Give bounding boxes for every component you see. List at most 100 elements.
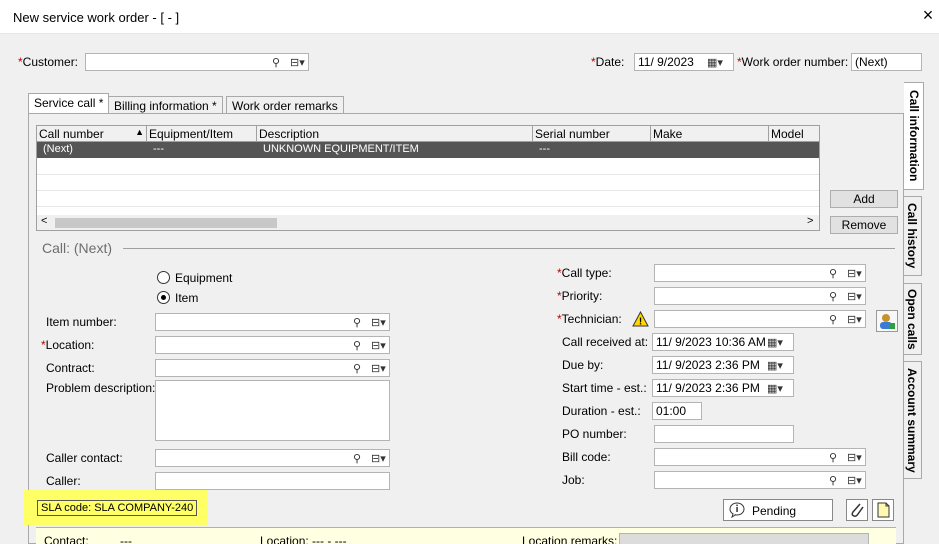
due-by-label: Due by: (562, 358, 604, 372)
date-label: *Date: (591, 55, 625, 69)
col-make[interactable]: Make (651, 126, 769, 142)
contract-lookup-icon[interactable]: ⚲ (353, 362, 361, 375)
job-lookup-icon[interactable]: ⚲ (829, 474, 837, 487)
paperclip-icon (851, 503, 864, 517)
col-equipment-item[interactable]: Equipment/Item (147, 126, 257, 142)
problem-description-label: Problem description: (46, 381, 156, 395)
call-type-lookup-icon[interactable]: ⚲ (829, 267, 837, 280)
caller-contact-lookup-icon[interactable]: ⚲ (353, 452, 361, 465)
info-balloon-icon (729, 502, 745, 518)
warning-icon: ! (632, 311, 649, 327)
side-tab-account-summary[interactable]: Account summary (904, 361, 922, 479)
technician-lookup-icon[interactable]: ⚲ (829, 313, 837, 326)
problem-description-textarea[interactable] (155, 380, 390, 441)
caller-contact-dropdown-icon[interactable]: ⊟▾ (371, 452, 386, 465)
priority-lookup-icon[interactable]: ⚲ (829, 290, 837, 303)
po-number-label: PO number: (562, 427, 627, 441)
technician-schedule-button[interactable] (876, 310, 898, 332)
col-call-number[interactable]: Call number ▲ (37, 126, 147, 142)
job-dropdown-icon[interactable]: ⊟▾ (847, 474, 862, 487)
sort-up-icon: ▲ (135, 127, 144, 137)
contract-label: Contract: (46, 361, 95, 375)
bill-code-lookup-icon[interactable]: ⚲ (829, 451, 837, 464)
technician-dropdown-icon[interactable]: ⊟▾ (847, 313, 862, 326)
grid-line (37, 206, 819, 207)
note-button[interactable] (872, 499, 894, 521)
tab-service-call[interactable]: Service call * (28, 93, 110, 114)
call-grid: Call number ▲ Equipment/Item Description … (36, 125, 820, 231)
customer-lookup-icon[interactable]: ⚲ (272, 56, 280, 69)
wo-number-input[interactable]: (Next) (851, 53, 922, 71)
person-icon (880, 314, 895, 329)
sla-highlight: SLA code: SLA COMPANY-240 (24, 490, 208, 525)
col-description[interactable]: Description (257, 126, 533, 142)
caller-label: Caller: (46, 474, 81, 488)
title-bar: New service work order - [ - ] × (0, 0, 939, 34)
grid-header: Call number ▲ Equipment/Item Description … (37, 126, 819, 142)
scroll-right-icon[interactable]: > (807, 215, 813, 227)
tab-billing-information[interactable]: Billing information * (108, 96, 223, 114)
group-divider (123, 248, 895, 249)
item-radio[interactable] (157, 291, 170, 304)
horizontal-scrollbar[interactable]: < > (37, 215, 819, 230)
technician-label: *Technician: (557, 312, 622, 326)
equipment-radio[interactable] (157, 271, 170, 284)
priority-label: *Priority: (557, 289, 603, 303)
wo-number-label: *Work order number: (737, 55, 849, 69)
window-title: New service work order - [ - ] (13, 10, 180, 25)
col-serial-number[interactable]: Serial number (533, 126, 651, 142)
call-type-dropdown-icon[interactable]: ⊟▾ (847, 267, 862, 280)
cell-description: UNKNOWN EQUIPMENT/ITEM (263, 143, 419, 155)
item-number-lookup-icon[interactable]: ⚲ (353, 316, 361, 329)
customer-dropdown-icon[interactable]: ⊟▾ (290, 56, 305, 69)
footer-location-remarks-label: Location remarks: (522, 534, 618, 544)
call-type-label: *Call type: (557, 266, 612, 280)
po-number-input[interactable] (654, 425, 794, 443)
bill-code-dropdown-icon[interactable]: ⊟▾ (847, 451, 862, 464)
side-tab-call-history[interactable]: Call history (904, 196, 922, 276)
contract-dropdown-icon[interactable]: ⊟▾ (371, 362, 386, 375)
item-radio-label: Item (175, 291, 199, 305)
footer-info-bar: Contact: --- Location: --- - --- Locatio… (36, 527, 896, 544)
grid-line (37, 190, 819, 191)
equipment-radio-label: Equipment (175, 271, 233, 285)
call-group-title: Call: (Next) (42, 240, 113, 256)
pending-label: Pending (752, 504, 797, 518)
call-received-calendar-icon[interactable]: ▦▾ (767, 336, 783, 349)
footer-contact-value: --- (120, 534, 132, 544)
scroll-left-icon[interactable]: < (41, 215, 47, 227)
footer-contact-label: Contact: (44, 534, 89, 544)
customer-label: *Customer: (18, 55, 79, 69)
side-tab-open-calls[interactable]: Open calls (904, 283, 922, 355)
location-dropdown-icon[interactable]: ⊟▾ (371, 339, 386, 352)
location-remarks-field[interactable] (619, 533, 869, 544)
attachment-button[interactable] (846, 499, 868, 521)
item-number-dropdown-icon[interactable]: ⊟▾ (371, 316, 386, 329)
tab-work-order-remarks[interactable]: Work order remarks (226, 96, 344, 114)
col-model[interactable]: Model (769, 126, 819, 142)
add-button[interactable]: Add (830, 190, 898, 208)
caller-input[interactable] (155, 472, 390, 490)
warning-glyph: ! (639, 317, 642, 328)
duration-input[interactable]: 01:00 (652, 402, 702, 420)
location-label: *Location: (41, 338, 95, 352)
job-label: Job: (562, 473, 585, 487)
remove-button[interactable]: Remove (830, 216, 898, 234)
date-calendar-icon[interactable]: ▦▾ (707, 56, 723, 69)
start-time-calendar-icon[interactable]: ▦▾ (767, 382, 783, 395)
side-tab-call-information[interactable]: Call information (904, 82, 924, 190)
scroll-thumb[interactable] (55, 218, 277, 228)
footer-location-value: --- - --- (312, 534, 347, 544)
location-lookup-icon[interactable]: ⚲ (353, 339, 361, 352)
cell-serial-number: --- (539, 143, 550, 155)
due-by-calendar-icon[interactable]: ▦▾ (767, 359, 783, 372)
duration-label: Duration - est.: (562, 404, 641, 418)
pending-button[interactable]: Pending (723, 499, 833, 521)
cell-equipment-item: --- (153, 143, 164, 155)
note-icon (877, 502, 890, 518)
priority-dropdown-icon[interactable]: ⊟▾ (847, 290, 862, 303)
call-received-label: Call received at: (562, 335, 649, 349)
close-icon[interactable]: × (918, 5, 938, 26)
table-row[interactable]: (Next) --- UNKNOWN EQUIPMENT/ITEM --- (37, 142, 819, 158)
item-number-label: Item number: (46, 315, 117, 329)
